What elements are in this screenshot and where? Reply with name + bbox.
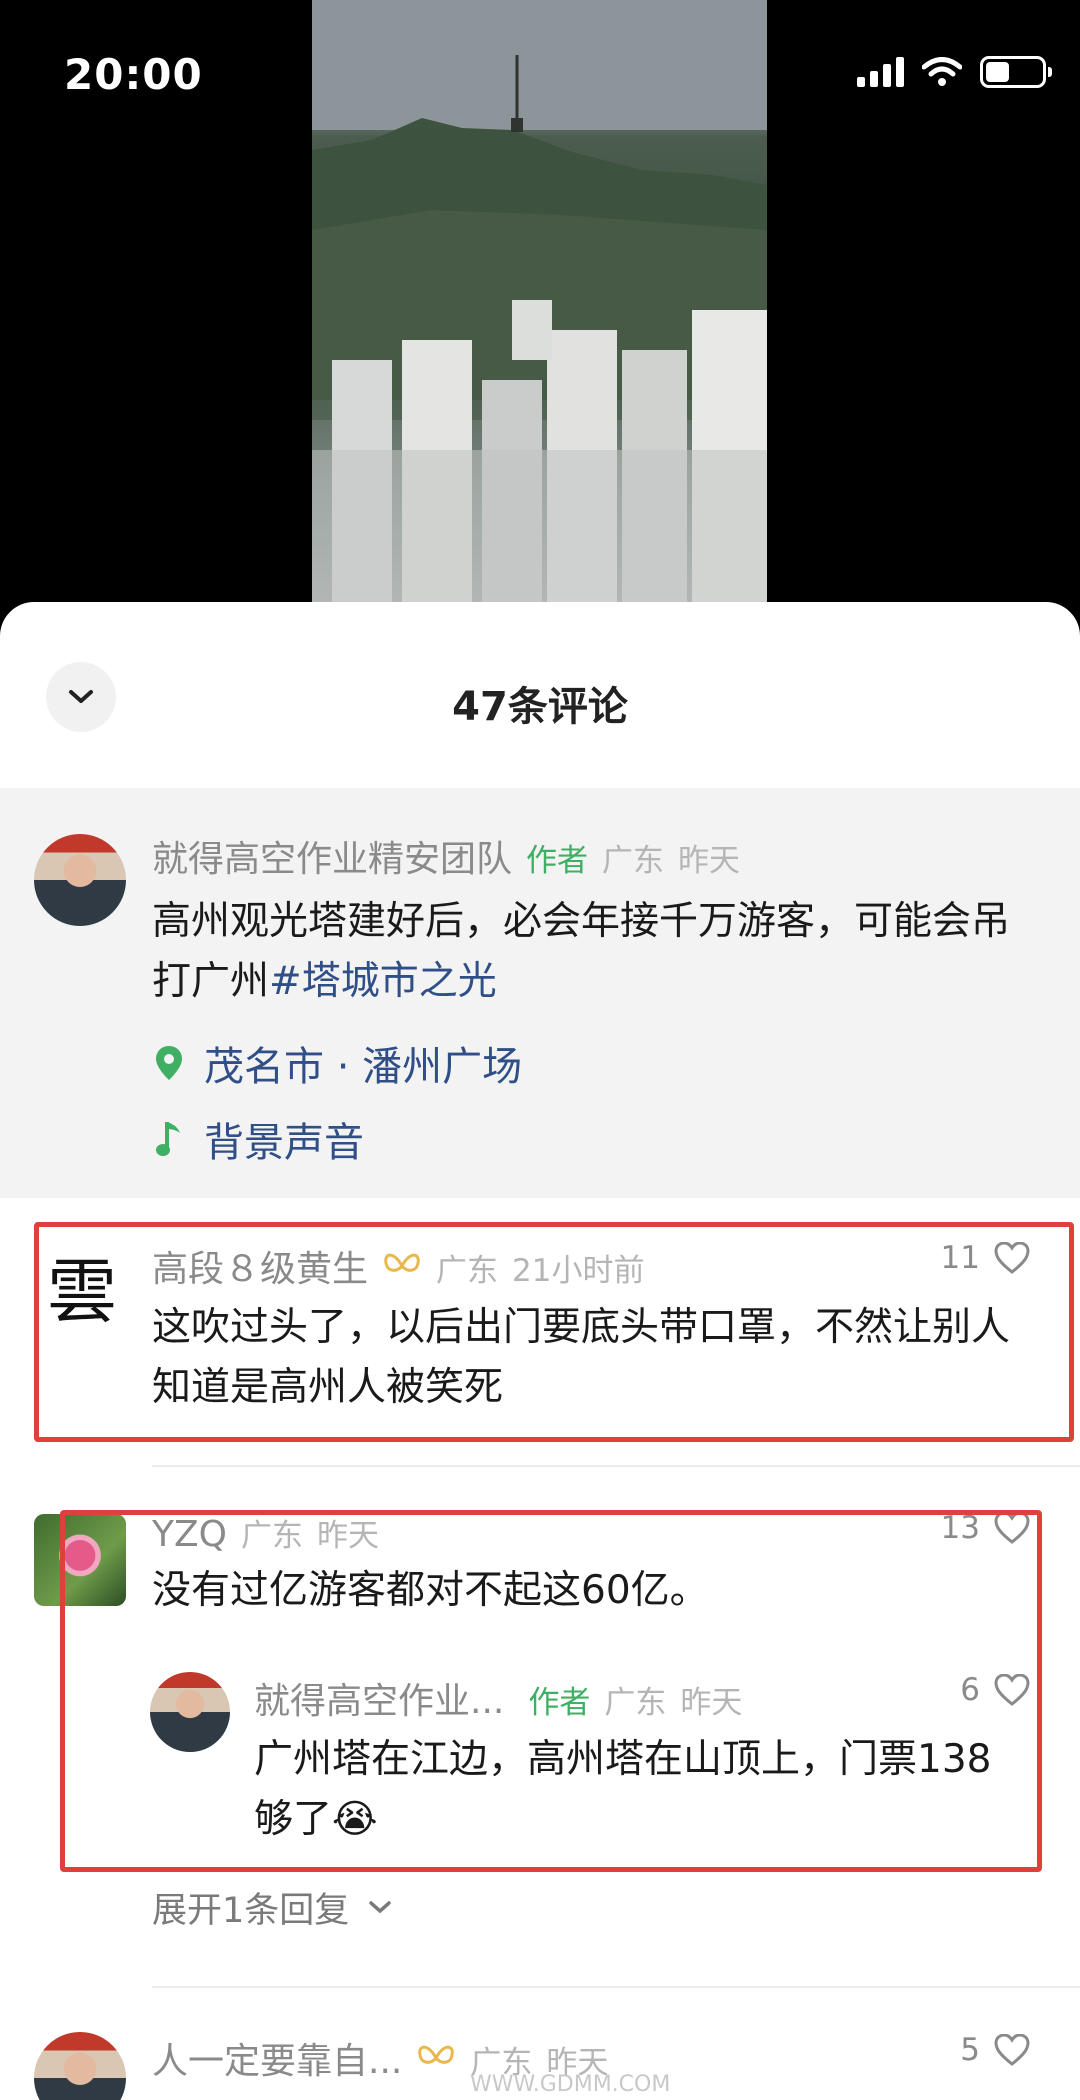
location-label: 茂名市 · 潘州广场: [204, 1044, 523, 1090]
sheet-header: 47条评论: [0, 602, 1080, 788]
author-avatar[interactable]: [34, 834, 126, 926]
hashtag-link[interactable]: #塔城市之光: [269, 959, 497, 1004]
post-time: 昨天: [678, 843, 741, 879]
video-frame-image: [312, 0, 767, 620]
heart-icon: [994, 2034, 1030, 2066]
chevron-down-icon: [369, 1900, 392, 1913]
comment-count-title: 47条评论: [452, 684, 628, 730]
music-note-icon: [156, 1122, 180, 1156]
post-meta: 就得高空作业精安团队 作者 广东 昨天: [152, 830, 1040, 882]
expand-replies-button[interactable]: 展开1条回复: [152, 1882, 393, 1933]
divider: [152, 1465, 1080, 1467]
location-pin-icon: [156, 1046, 182, 1080]
author-name[interactable]: 就得高空作业精安团队: [152, 830, 512, 882]
watermark: WWW.GDMM.COM: [470, 2072, 671, 2097]
divider: [152, 1986, 1080, 1988]
battery-icon: [980, 56, 1052, 88]
highlight-box: [34, 1222, 1074, 1442]
status-icons: [857, 56, 1052, 88]
post-text: 高州观光塔建好后，必会年接千万游客，可能会吊打广州#塔城市之光: [152, 892, 1040, 1012]
expand-replies-label: 展开1条回复: [152, 1891, 350, 1931]
author-tag: 作者: [526, 843, 589, 879]
post-location: 广东: [602, 843, 665, 879]
video-player[interactable]: [312, 0, 767, 620]
music-label: 背景声音: [204, 1120, 364, 1166]
location-link[interactable]: 茂名市 · 潘州广场: [152, 1034, 1040, 1092]
music-link[interactable]: 背景声音: [152, 1110, 1040, 1168]
like-button[interactable]: 5: [960, 2032, 1030, 2068]
like-count: 5: [960, 2032, 980, 2068]
status-time: 20:00: [64, 50, 203, 99]
highlight-box: [60, 1510, 1042, 1872]
author-post: 就得高空作业精安团队 作者 广东 昨天 高州观光塔建好后，必会年接千万游客，可能…: [0, 788, 1080, 1198]
commenter-name[interactable]: 人一定要靠自...: [152, 2032, 402, 2084]
cellular-signal-icon: [857, 57, 904, 87]
wifi-icon: [922, 57, 962, 86]
butterfly-badge-icon: [418, 2045, 455, 2064]
